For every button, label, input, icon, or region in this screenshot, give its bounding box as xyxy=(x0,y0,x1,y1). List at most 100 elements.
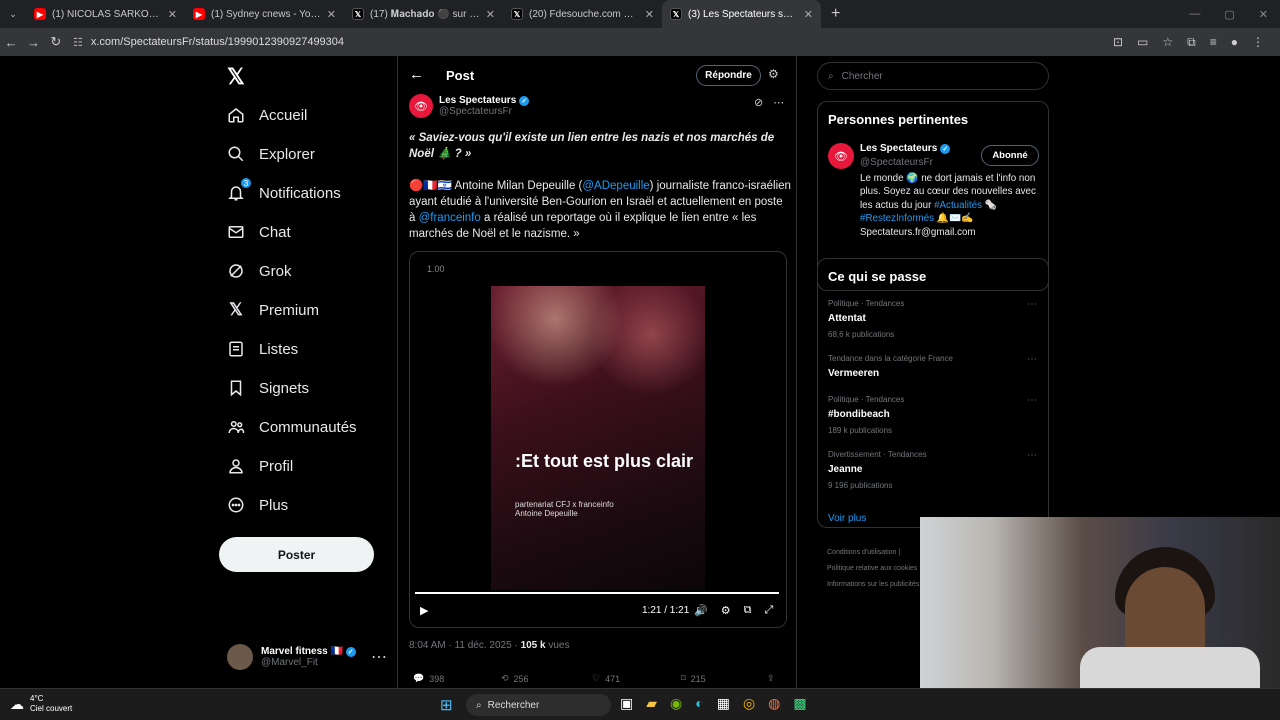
hashtag-link[interactable]: #Actualités xyxy=(934,200,982,211)
mention-link[interactable]: @ADepeuille xyxy=(582,180,649,192)
forward-icon[interactable]: → xyxy=(22,35,44,50)
more-icon[interactable]: ⋯ xyxy=(1027,354,1037,365)
more-icon[interactable]: ⋯ xyxy=(1027,299,1037,310)
star-icon[interactable]: ☆ xyxy=(1162,35,1173,50)
sidebar-item-notifications[interactable]: 3 Notifications xyxy=(227,178,341,202)
trend-name: Attentat xyxy=(828,313,866,324)
tab-search-dropdown[interactable]: ⌄ xyxy=(0,9,26,20)
browser-tab[interactable]: 𝕏 (20) Fdesouche.com est une re ✕ xyxy=(503,0,662,28)
post-author[interactable]: 👁 Les Spectateurs ✓ @SpectateursFr xyxy=(409,94,530,118)
address-bar[interactable]: ☷ x.com/SpectateursFr/status/19990123909… xyxy=(73,36,1113,49)
show-more-link[interactable]: Voir plus xyxy=(828,513,866,524)
author-name[interactable]: Les Spectateurs ✓ xyxy=(860,143,951,154)
file-explorer-icon[interactable]: ▰ xyxy=(646,695,657,712)
profile-icon[interactable]: ● xyxy=(1231,35,1238,50)
video-progress-bar[interactable] xyxy=(415,592,779,594)
author-avatar[interactable]: 👁 xyxy=(828,143,854,169)
account-switcher[interactable]: Marvel fitness 🇫🇷 ✓ @Marvel_Fit ⋯ xyxy=(227,644,387,670)
video-player[interactable]: 1.00 :Et tout est plus clair partenariat… xyxy=(409,251,787,628)
sidebar-item-more[interactable]: Plus xyxy=(227,496,288,514)
more-icon[interactable]: ⋯ xyxy=(1027,450,1037,461)
trend-item[interactable]: Politique · Tendances Attentat 68,6 k publ… xyxy=(828,299,1043,339)
reload-icon[interactable]: ↻ xyxy=(45,34,67,50)
sidebar-item-home[interactable]: Accueil xyxy=(227,106,307,124)
trend-item[interactable]: Divertissement · Tendances Jeanne 9 196 pu… xyxy=(828,450,1043,490)
trend-item[interactable]: Politique · Tendances #bondibeach 189 k pu… xyxy=(828,395,1043,435)
sidebar-item-chat[interactable]: Chat xyxy=(227,223,291,241)
taskbar-search[interactable]: ⌕ Rechercher xyxy=(466,694,611,716)
reply-button[interactable]: Répondre xyxy=(696,65,761,86)
task-view-icon[interactable]: ▣ xyxy=(620,695,633,712)
browser-tab[interactable]: ▶ (1) Sydney cnews - YouTube ✕ xyxy=(185,0,344,28)
close-icon[interactable]: ✕ xyxy=(804,8,813,21)
new-tab-button[interactable]: + xyxy=(821,5,850,23)
site-info-icon[interactable]: ☷ xyxy=(73,36,83,49)
close-icon[interactable]: ✕ xyxy=(168,8,177,21)
reading-list-icon[interactable]: ≡ xyxy=(1210,35,1217,50)
sidebar-item-bookmarks[interactable]: Signets xyxy=(227,379,309,397)
sidebar-item-premium[interactable]: 𝕏 Premium xyxy=(227,300,319,319)
sidebar-item-grok[interactable]: Grok xyxy=(227,262,292,280)
pip-icon[interactable]: ⧉ xyxy=(744,604,752,617)
sidebar-item-label: Grok xyxy=(259,262,292,280)
browser-toolbar: ← → ↻ ☷ x.com/SpectateursFr/status/19990… xyxy=(0,28,1280,56)
browser-tab[interactable]: 𝕏 (17) 𝐌𝐚𝐜𝐡𝐚𝐝𝐨 ⚫ sur X : "https ✕ xyxy=(344,0,503,28)
video-frame[interactable]: :Et tout est plus clair partenariat CFJ … xyxy=(491,286,705,590)
like-action[interactable]: ♡ 471 xyxy=(592,673,620,684)
hashtag-link[interactable]: #RestezInformés xyxy=(860,213,934,224)
x-logo-icon[interactable]: 𝕏 xyxy=(227,64,245,90)
sidebar-item-profile[interactable]: Profil xyxy=(227,457,293,475)
search-input[interactable]: ⌕ Chercher xyxy=(817,62,1049,90)
browser-tab[interactable]: ▶ (1) NICOLAS SARKOZY : INTERV ✕ xyxy=(26,0,185,28)
maximize-icon[interactable]: ▢ xyxy=(1224,8,1234,21)
post-button[interactable]: Poster xyxy=(219,537,374,572)
back-arrow-icon[interactable]: ← xyxy=(409,66,424,83)
close-icon[interactable]: ✕ xyxy=(486,8,495,21)
chrome-icon[interactable]: ◎ xyxy=(743,695,755,712)
close-icon[interactable]: ✕ xyxy=(327,8,336,21)
store-icon[interactable]: ▦ xyxy=(717,695,730,712)
author-name[interactable]: Les Spectateurs ✓ xyxy=(439,95,530,106)
app-icon[interactable]: ▩ xyxy=(793,695,806,712)
sidebar-item-lists[interactable]: Listes xyxy=(227,340,298,358)
play-icon[interactable]: ▶ xyxy=(420,604,428,617)
back-icon[interactable]: ← xyxy=(0,35,22,50)
install-app-icon[interactable]: ⊡ xyxy=(1113,35,1123,50)
extensions-icon[interactable]: ⧉ xyxy=(1187,35,1196,50)
reply-action[interactable]: 💬 398 xyxy=(413,673,444,684)
close-icon[interactable]: ✕ xyxy=(645,8,654,21)
window-close-icon[interactable]: ✕ xyxy=(1259,8,1268,21)
settings-icon[interactable]: ⚙ xyxy=(721,604,731,617)
weather-widget[interactable]: ☁ 4°C Ciel couvert xyxy=(10,694,72,714)
more-icon[interactable]: ⋯ xyxy=(773,96,784,109)
post-timestamp[interactable]: 8:04 AM · 11 déc. 2025 · xyxy=(409,640,521,651)
volume-icon[interactable]: 🔊 xyxy=(694,604,708,617)
filter-icon[interactable]: ⚙ xyxy=(768,67,779,81)
trend-item[interactable]: Tendance dans la catégorie France Vermeer… xyxy=(828,354,1043,379)
sidebar-item-explore[interactable]: Explorer xyxy=(227,145,315,163)
fullscreen-icon[interactable]: ⤢ xyxy=(764,604,773,617)
footer-link[interactable]: Politique relative aux cookies xyxy=(827,561,919,577)
card-heading: Ce qui se passe xyxy=(828,269,927,284)
nvidia-icon[interactable]: ◉ xyxy=(670,695,682,712)
footer-link[interactable]: Informations sur les publicités xyxy=(827,577,919,593)
video-control-icons: 🔊 ⚙ ⧉ ⤢ xyxy=(694,604,773,617)
cast-icon[interactable]: ▭ xyxy=(1137,35,1148,50)
repost-action[interactable]: ⟲ 256 xyxy=(501,673,529,684)
browser-tab-active[interactable]: 𝕏 (3) Les Spectateurs sur X : "« Sa ✕ xyxy=(662,0,821,28)
sidebar-item-communities[interactable]: Communautés xyxy=(227,418,357,436)
edge-icon[interactable]: ◐ xyxy=(695,695,703,712)
grok-icon[interactable]: ⊘ xyxy=(754,96,763,109)
more-icon[interactable]: ⋯ xyxy=(1027,395,1037,406)
more-icon[interactable]: ⋯ xyxy=(371,647,387,667)
menu-icon[interactable]: ⋮ xyxy=(1252,35,1264,50)
minimize-icon[interactable]: — xyxy=(1189,8,1200,21)
bookmark-action[interactable]: ⌑ 215 xyxy=(681,673,706,684)
footer-link[interactable]: Conditions d'utilisation | xyxy=(827,545,919,561)
windows-start-icon[interactable]: ⊞ xyxy=(440,696,453,714)
mention-link[interactable]: @franceinfo xyxy=(419,212,481,224)
share-action[interactable]: ⇪ xyxy=(767,673,775,684)
firefox-icon[interactable]: ◍ xyxy=(768,695,780,712)
author-avatar[interactable]: 👁 xyxy=(409,94,433,118)
following-button[interactable]: Abonné xyxy=(981,145,1039,166)
